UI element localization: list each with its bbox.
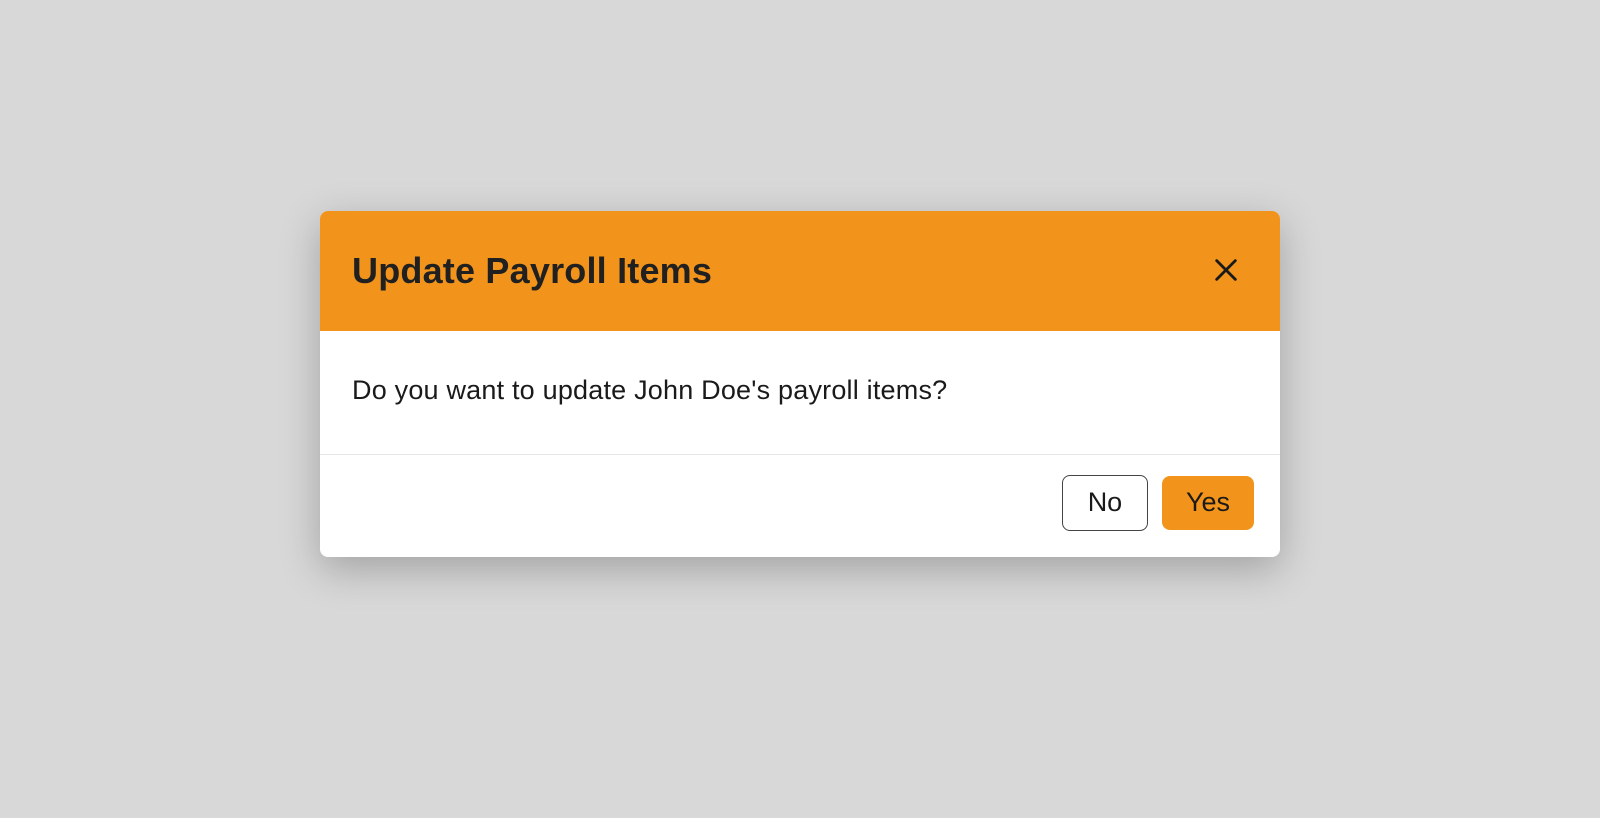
dialog-message: Do you want to update John Doe's payroll… — [352, 375, 1248, 406]
dialog-footer: No Yes — [320, 455, 1280, 557]
dialog-header: Update Payroll Items — [320, 211, 1280, 331]
yes-button[interactable]: Yes — [1162, 476, 1254, 530]
dialog-body: Do you want to update John Doe's payroll… — [320, 331, 1280, 455]
dialog-title: Update Payroll Items — [352, 250, 712, 292]
close-icon — [1212, 256, 1240, 287]
no-button[interactable]: No — [1062, 475, 1148, 531]
confirmation-dialog: Update Payroll Items Do you want to upda… — [320, 211, 1280, 557]
close-button[interactable] — [1204, 249, 1248, 293]
